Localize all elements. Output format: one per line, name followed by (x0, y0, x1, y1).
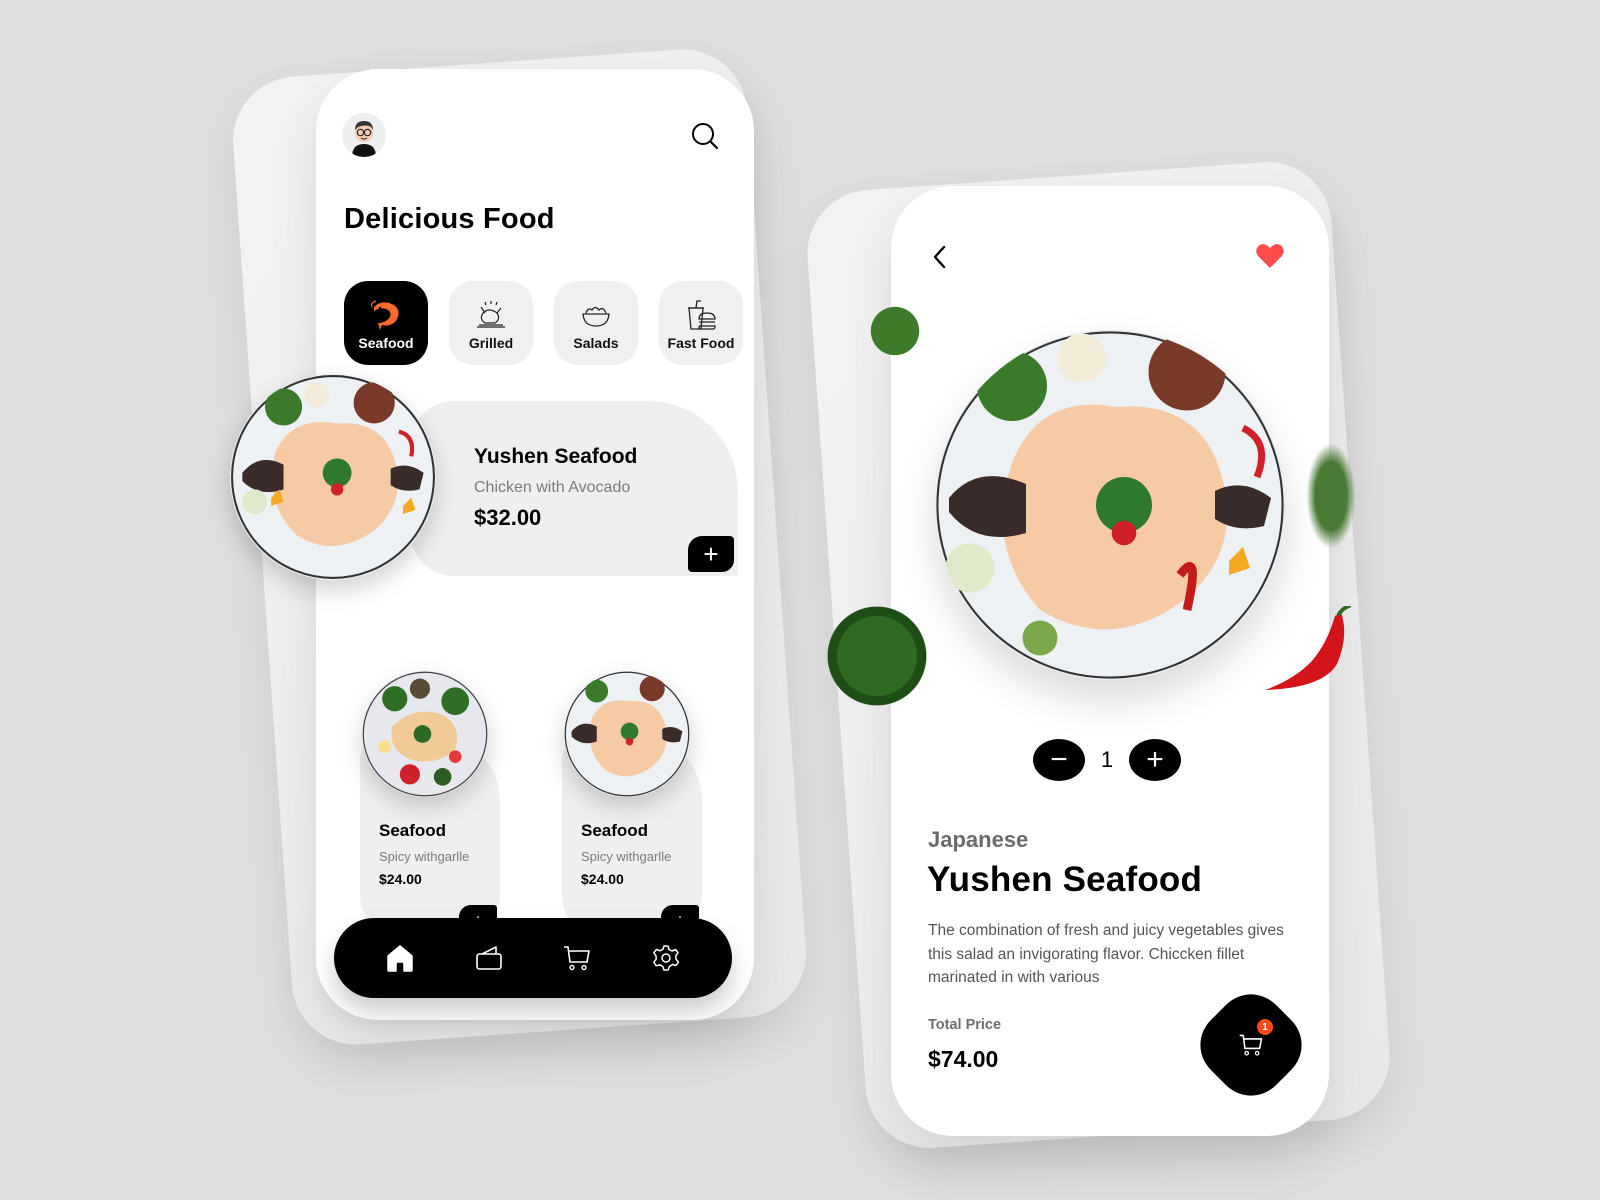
food-description: The combination of fresh and juicy veget… (928, 922, 1284, 986)
favorite-button[interactable] (1255, 242, 1285, 270)
cuisine-label: Japanese (928, 827, 1029, 852)
category-tab-seafood[interactable]: Seafood (344, 281, 428, 365)
featured-food-price: $32.00 (474, 505, 542, 530)
avatar[interactable] (342, 113, 386, 157)
category-tab-salads[interactable]: Salads (554, 281, 638, 365)
hero-food-image (935, 330, 1285, 680)
bottom-nav-bar (334, 918, 732, 998)
food-image (362, 671, 488, 797)
food-image (564, 671, 690, 797)
seafood-plate-image (936, 331, 1284, 679)
chili-pepper-icon (1265, 604, 1351, 690)
quantity-value: 1 (1100, 747, 1114, 772)
nav-wallet[interactable] (471, 940, 507, 976)
nav-cart[interactable] (559, 940, 595, 976)
cart-button[interactable]: 1 (1185, 979, 1317, 1111)
food-price: $24.00 (581, 871, 624, 887)
featured-food-subtitle: Chicken with Avocado (474, 479, 631, 496)
rosemary-decoration (1303, 436, 1359, 556)
seafood-plate-image (564, 671, 690, 797)
food-subtitle: Spicy withgarlle (379, 849, 470, 864)
home-icon (387, 945, 413, 972)
heart-icon (1256, 244, 1284, 268)
category-tabs: Seafood Grilled Salads Fast Food (344, 281, 743, 365)
cart-count-badge: 1 (1257, 1019, 1273, 1035)
total-price-label: Total Price (928, 1017, 1002, 1033)
category-tab-fast-food[interactable]: Fast Food (659, 281, 743, 365)
plus-icon: + (1146, 743, 1164, 776)
cart-button-content: 1 (1205, 999, 1297, 1091)
featured-food-name: Yushen Seafood (474, 445, 638, 468)
cart-icon (564, 946, 591, 971)
increase-quantity-button[interactable]: + (1129, 739, 1181, 781)
food-name: Seafood (581, 821, 649, 840)
nav-home[interactable] (382, 940, 418, 976)
food-subtitle: Spicy withgarlle (581, 849, 672, 864)
home-screen: Delicious Food Seafood Grilled Salads Fa… (230, 69, 754, 1020)
salad-bowl-icon (582, 306, 610, 327)
featured-food-image (230, 374, 436, 580)
quantity-stepper: − 1 + (1033, 739, 1181, 781)
total-price-value: $74.00 (928, 1046, 999, 1072)
shrimp-icon (370, 300, 399, 330)
category-label: Salads (573, 335, 619, 351)
plus-icon: + (703, 538, 719, 569)
seafood-plate-image (362, 671, 488, 797)
user-avatar-icon (342, 113, 386, 157)
detail-screen: − 1 + Japanese Yushen Seafood The combin… (825, 186, 1359, 1136)
burger-drink-icon (688, 300, 716, 330)
wallet-icon (475, 946, 502, 970)
category-label: Fast Food (667, 335, 735, 351)
page-title: Delicious Food (344, 203, 555, 235)
search-icon (692, 123, 719, 150)
food-price: $24.00 (379, 871, 422, 887)
nav-settings[interactable] (648, 940, 684, 976)
category-label: Seafood (358, 335, 414, 351)
search-button[interactable] (690, 121, 720, 151)
gear-icon (652, 945, 679, 971)
back-button[interactable] (929, 242, 953, 272)
herb-decoration (855, 296, 935, 366)
cart-icon (1239, 1034, 1263, 1056)
decrease-quantity-button[interactable]: − (1033, 739, 1085, 781)
category-tab-grilled[interactable]: Grilled (449, 281, 533, 365)
seafood-plate-image (231, 375, 435, 579)
food-card[interactable]: Seafood Spicy withgarlle $24.00 + (562, 669, 702, 959)
food-title: Yushen Seafood (927, 860, 1203, 899)
broccoli-decoration (825, 606, 929, 706)
featured-add-button[interactable]: + (688, 536, 734, 572)
category-label: Grilled (468, 335, 514, 351)
food-card[interactable]: Seafood Spicy withgarlle $24.00 + (360, 669, 500, 959)
chili-pepper-decoration (1253, 604, 1353, 701)
minus-icon: − (1050, 743, 1068, 776)
food-name: Seafood (379, 821, 447, 840)
featured-food-card[interactable]: Yushen Seafood Chicken with Avocado $32.… (410, 401, 738, 576)
roast-chicken-icon (477, 301, 505, 328)
chevron-left-icon (933, 245, 946, 269)
